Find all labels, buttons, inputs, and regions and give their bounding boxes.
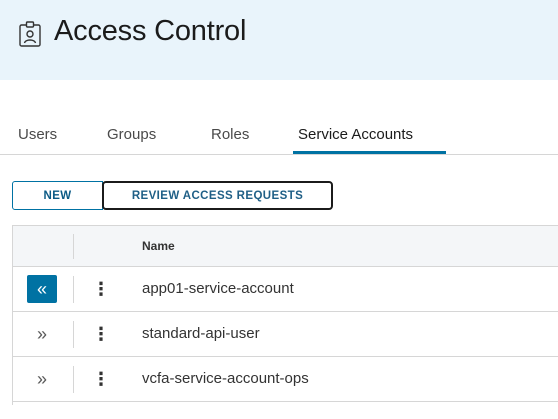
review-access-requests-button[interactable]: REVIEW ACCESS REQUESTS bbox=[102, 181, 333, 210]
column-header-name[interactable]: Name bbox=[142, 239, 175, 253]
row-actions-menu-icon[interactable]: ⋮ bbox=[92, 367, 110, 391]
service-accounts-grid: Name « ⋮ app01-service-account » ⋮ stand… bbox=[12, 225, 558, 405]
tab-roles[interactable]: Roles bbox=[211, 126, 249, 143]
expand-row-icon[interactable]: » bbox=[27, 365, 57, 393]
table-row[interactable]: » ⋮ vcfa-service-account-ops bbox=[13, 357, 558, 402]
service-account-name: app01-service-account bbox=[142, 280, 294, 297]
active-tab-indicator bbox=[293, 151, 446, 154]
grid-header: Name bbox=[13, 226, 558, 267]
row-actions-menu-icon[interactable]: ⋮ bbox=[92, 277, 110, 301]
tab-groups[interactable]: Groups bbox=[107, 126, 156, 143]
table-row[interactable]: « ⋮ app01-service-account bbox=[13, 267, 558, 312]
page-header: Access Control bbox=[0, 0, 558, 80]
service-account-name: vcfa-service-account-ops bbox=[142, 370, 309, 387]
row-actions-menu-icon[interactable]: ⋮ bbox=[92, 322, 110, 346]
tab-service-accounts[interactable]: Service Accounts bbox=[298, 126, 413, 143]
column-divider bbox=[73, 366, 74, 393]
badge-id-icon bbox=[19, 21, 41, 47]
column-divider bbox=[73, 276, 74, 303]
new-button[interactable]: NEW bbox=[12, 181, 103, 210]
column-divider bbox=[73, 321, 74, 348]
column-divider bbox=[73, 234, 74, 259]
collapse-row-icon[interactable]: « bbox=[27, 275, 57, 303]
table-row[interactable]: » ⋮ standard-api-user bbox=[13, 312, 558, 357]
tab-bar: Users Groups Roles Service Accounts bbox=[0, 123, 558, 155]
service-account-name: standard-api-user bbox=[142, 325, 260, 342]
expand-row-icon[interactable]: » bbox=[27, 320, 57, 348]
tab-users[interactable]: Users bbox=[18, 126, 57, 143]
page-title: Access Control bbox=[54, 15, 247, 47]
